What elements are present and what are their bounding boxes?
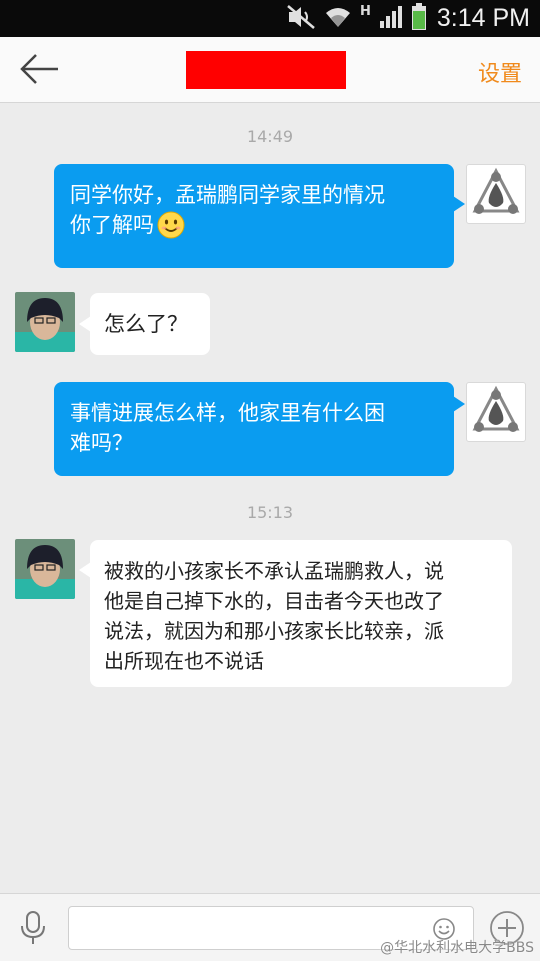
contact-avatar[interactable]: [15, 539, 75, 599]
battery-icon: [411, 2, 427, 35]
self-avatar[interactable]: [466, 382, 526, 442]
message-line: 难吗？: [70, 431, 133, 455]
back-button[interactable]: [18, 51, 62, 87]
message-bubble-outgoing[interactable]: 同学你好，孟瑞鹏同学家里的情况 你了解吗: [54, 164, 454, 268]
message-line: 同学你好，孟瑞鹏同学家里的情况: [70, 183, 385, 207]
back-arrow-icon: [18, 54, 62, 91]
message-line: 他是自己掉下水的，目击者今天也改了: [104, 589, 444, 613]
self-avatar[interactable]: [466, 164, 526, 224]
timestamp: 15:13: [246, 503, 294, 522]
wifi-icon: [324, 5, 352, 33]
smile-emoji-icon: [156, 210, 186, 240]
mute-icon: [286, 4, 316, 34]
status-icons: H 3:14 PM: [286, 2, 530, 35]
bubble-tail: [453, 196, 465, 212]
water-drop-logo-icon: [467, 385, 525, 445]
bubble-tail: [453, 396, 465, 412]
message-line: 事情进展怎么样，他家里有什么困: [70, 401, 385, 425]
settings-button[interactable]: 设置: [478, 56, 522, 88]
message-line: 你了解吗: [70, 213, 154, 237]
water-drop-logo-icon: [467, 167, 525, 227]
network-type-label: H: [360, 4, 371, 19]
message-line-with-emoji: 你了解吗: [70, 210, 438, 240]
timestamp: 14:49: [246, 127, 294, 146]
status-time: 3:14 PM: [436, 4, 530, 32]
message-bubble-incoming[interactable]: 怎么了？: [90, 293, 210, 355]
message-line: 被救的小孩家长不承认孟瑞鹏救人，说: [104, 559, 444, 583]
message-line: 怎么了？: [104, 312, 188, 336]
contact-avatar[interactable]: [15, 292, 75, 352]
input-bar: @华北水利水电大学BBS: [0, 893, 540, 961]
chat-title-redacted: [186, 51, 346, 89]
microphone-icon[interactable]: [18, 910, 48, 950]
message-line: 说法，就因为和那小孩家长比较亲，派: [104, 619, 444, 643]
message-bubble-outgoing[interactable]: 事情进展怎么样，他家里有什么困 难吗？: [54, 382, 454, 476]
signal-icon: [379, 5, 403, 33]
watermark: @华北水利水电大学BBS: [380, 940, 534, 956]
message-bubble-incoming[interactable]: 被救的小孩家长不承认孟瑞鹏救人，说 他是自己掉下水的，目击者今天也改了 说法，就…: [90, 540, 512, 687]
status-bar: H 3:14 PM: [0, 0, 540, 37]
chat-header: 设置: [0, 37, 540, 103]
message-line: 出所现在也不说话: [104, 649, 264, 673]
